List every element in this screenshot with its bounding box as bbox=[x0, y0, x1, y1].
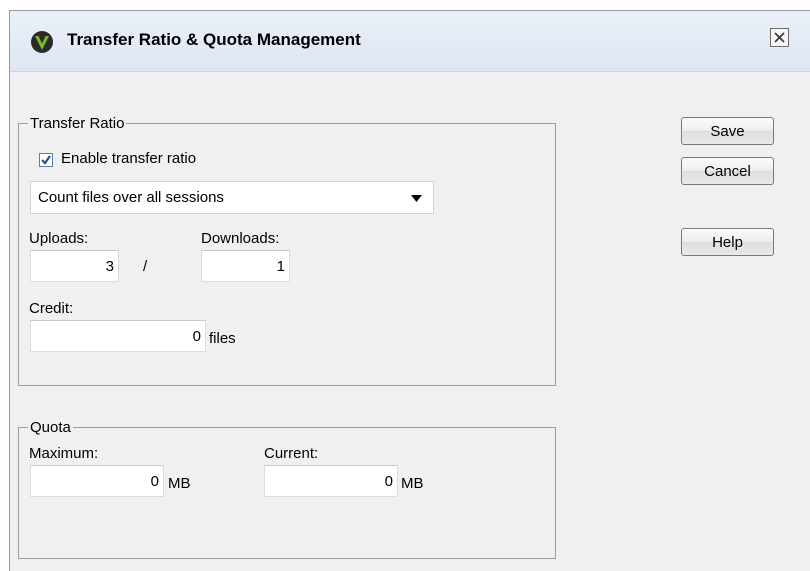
v-logo-icon bbox=[30, 30, 54, 54]
current-unit-label: MB bbox=[401, 475, 424, 492]
dialog-window: Transfer Ratio & Quota Management Transf… bbox=[9, 10, 810, 571]
transfer-ratio-legend: Transfer Ratio bbox=[30, 115, 125, 132]
close-button[interactable] bbox=[770, 28, 789, 47]
current-label: Current: bbox=[264, 445, 319, 462]
chevron-down-icon bbox=[411, 195, 422, 202]
ratio-separator: / bbox=[143, 258, 148, 275]
credit-unit-label: files bbox=[209, 330, 236, 347]
ratio-mode-selected: Count files over all sessions bbox=[38, 189, 224, 206]
window-title: Transfer Ratio & Quota Management bbox=[67, 30, 361, 49]
save-button[interactable]: Save bbox=[681, 117, 774, 145]
current-quota-input[interactable] bbox=[264, 465, 398, 497]
checkmark-icon bbox=[41, 155, 51, 165]
maximum-unit-label: MB bbox=[168, 475, 191, 492]
maximum-quota-input[interactable] bbox=[30, 465, 164, 497]
help-button[interactable]: Help bbox=[681, 228, 774, 256]
enable-transfer-ratio-label[interactable]: Enable transfer ratio bbox=[61, 150, 196, 167]
uploads-label: Uploads: bbox=[29, 230, 89, 247]
uploads-input[interactable] bbox=[30, 250, 119, 282]
cancel-button[interactable]: Cancel bbox=[681, 157, 774, 185]
quota-legend: Quota bbox=[30, 419, 71, 436]
maximum-label: Maximum: bbox=[29, 445, 99, 462]
ratio-mode-select[interactable]: Count files over all sessions bbox=[30, 181, 434, 214]
downloads-label: Downloads: bbox=[201, 230, 280, 247]
title-bar: Transfer Ratio & Quota Management bbox=[10, 11, 810, 72]
enable-transfer-ratio-checkbox[interactable] bbox=[39, 153, 53, 167]
credit-label: Credit: bbox=[29, 300, 74, 317]
downloads-input[interactable] bbox=[201, 250, 290, 282]
credit-input[interactable] bbox=[30, 320, 206, 352]
close-icon bbox=[774, 32, 785, 43]
